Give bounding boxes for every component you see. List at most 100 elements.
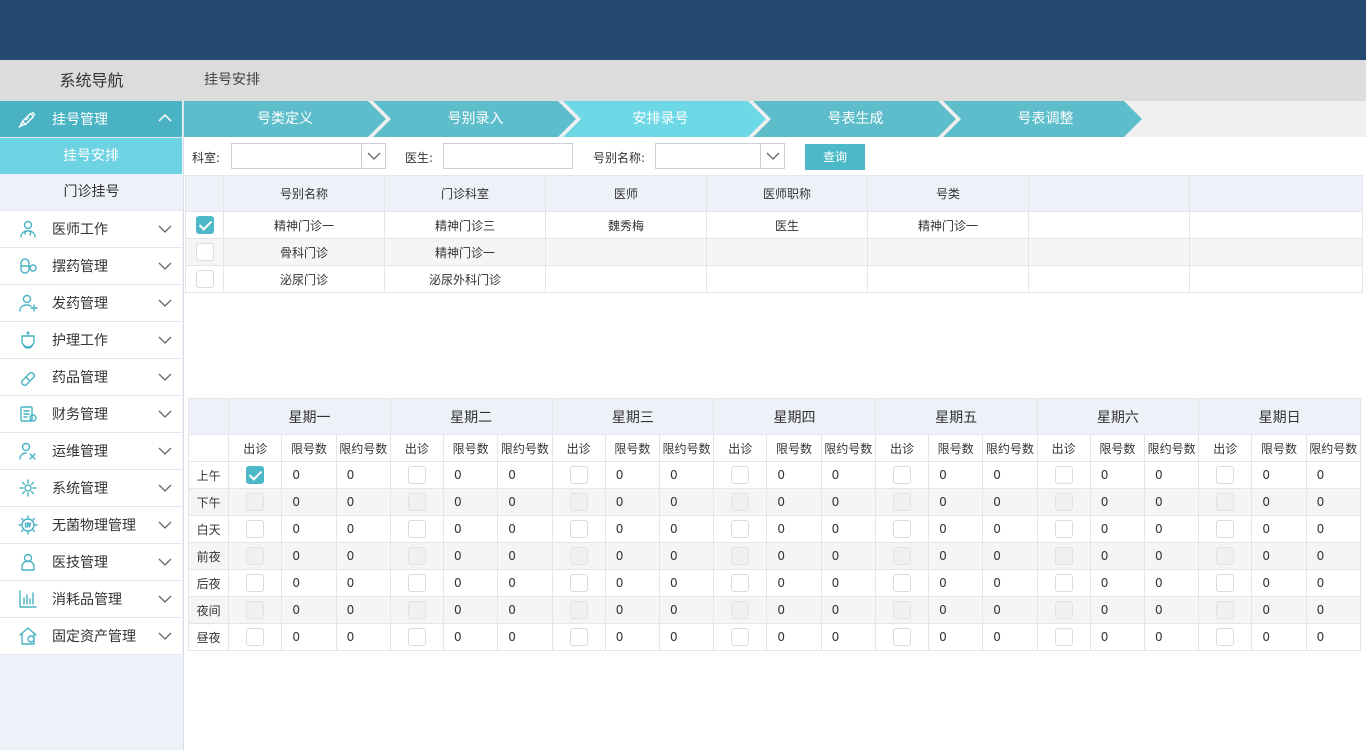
- clinic-checkbox[interactable]: [1216, 466, 1235, 484]
- appt-limit-input[interactable]: 0: [658, 488, 715, 516]
- limit-input[interactable]: 0: [281, 569, 337, 597]
- limit-input[interactable]: 0: [1251, 569, 1307, 597]
- clinic-checkbox[interactable]: [892, 601, 911, 619]
- limit-input[interactable]: 0: [604, 596, 660, 624]
- clinic-checkbox[interactable]: [246, 466, 265, 484]
- limit-input[interactable]: 0: [766, 569, 822, 597]
- appt-limit-input[interactable]: 0: [658, 623, 715, 651]
- limit-input[interactable]: 0: [443, 515, 499, 543]
- appt-limit-input[interactable]: 0: [1305, 623, 1362, 651]
- limit-input[interactable]: 0: [928, 488, 984, 516]
- sidebar-item-chart-bars[interactable]: 消耗品管理: [0, 581, 182, 618]
- clinic-checkbox[interactable]: [407, 493, 426, 511]
- chevron-down-icon[interactable]: [158, 334, 172, 344]
- clinic-checkbox[interactable]: [246, 601, 265, 619]
- clinic-checkbox[interactable]: [569, 574, 588, 592]
- appt-limit-input[interactable]: 0: [1143, 542, 1200, 570]
- limit-input[interactable]: 0: [1089, 488, 1145, 516]
- row-checkbox[interactable]: [195, 270, 214, 288]
- clinic-checkbox[interactable]: [731, 547, 750, 565]
- clinic-checkbox[interactable]: [407, 601, 426, 619]
- limit-input[interactable]: 0: [604, 623, 660, 651]
- sidebar-subitem-arrange[interactable]: 挂号安排: [0, 138, 182, 174]
- limit-input[interactable]: 0: [928, 569, 984, 597]
- appt-limit-input[interactable]: 0: [1305, 461, 1362, 489]
- limit-input[interactable]: 0: [281, 542, 337, 570]
- sidebar-item-house-money[interactable]: 固定资产管理: [0, 618, 182, 655]
- appt-limit-input[interactable]: 0: [1305, 569, 1362, 597]
- step-5[interactable]: 号表调整: [943, 101, 1138, 137]
- appt-limit-input[interactable]: 0: [335, 461, 391, 489]
- appt-limit-input[interactable]: 0: [497, 488, 553, 516]
- appt-limit-input[interactable]: 0: [497, 623, 553, 651]
- clinic-checkbox[interactable]: [892, 520, 911, 538]
- appt-limit-input[interactable]: 0: [1143, 488, 1200, 516]
- appt-limit-input[interactable]: 0: [982, 542, 1038, 570]
- appt-limit-input[interactable]: 0: [497, 569, 553, 597]
- limit-input[interactable]: 0: [1251, 596, 1307, 624]
- appt-limit-input[interactable]: 0: [1305, 596, 1362, 624]
- appt-limit-input[interactable]: 0: [820, 488, 876, 516]
- limit-input[interactable]: 0: [1089, 461, 1145, 489]
- clinic-checkbox[interactable]: [1054, 601, 1073, 619]
- chevron-down-icon[interactable]: [158, 482, 172, 492]
- limit-input[interactable]: 0: [928, 461, 984, 489]
- clinic-checkbox[interactable]: [246, 628, 265, 646]
- clinic-checkbox[interactable]: [569, 466, 588, 484]
- appt-limit-input[interactable]: 0: [820, 569, 876, 597]
- limit-input[interactable]: 0: [604, 488, 660, 516]
- step-2[interactable]: 号别录入: [373, 101, 568, 137]
- limit-input[interactable]: 0: [766, 461, 822, 489]
- clinic-checkbox[interactable]: [731, 493, 750, 511]
- clinic-checkbox[interactable]: [1216, 520, 1235, 538]
- appt-limit-input[interactable]: 0: [1143, 596, 1200, 624]
- clinic-checkbox[interactable]: [246, 574, 265, 592]
- appt-limit-input[interactable]: 0: [1143, 569, 1200, 597]
- sidebar-item-finance[interactable]: 财务管理: [0, 396, 182, 433]
- appt-limit-input[interactable]: 0: [335, 488, 391, 516]
- appt-limit-input[interactable]: 0: [497, 515, 553, 543]
- sidebar-subitem-outpatient[interactable]: 门诊挂号: [0, 174, 183, 211]
- limit-input[interactable]: 0: [281, 623, 337, 651]
- chevron-down-icon[interactable]: [158, 593, 172, 603]
- limit-input[interactable]: 0: [443, 488, 499, 516]
- limit-input[interactable]: 0: [766, 515, 822, 543]
- chevron-down-icon[interactable]: [158, 556, 172, 566]
- clinic-checkbox[interactable]: [1054, 574, 1073, 592]
- appt-limit-input[interactable]: 0: [497, 596, 553, 624]
- appt-limit-input[interactable]: 0: [658, 515, 715, 543]
- chevron-down-icon[interactable]: [361, 144, 385, 168]
- appt-limit-input[interactable]: 0: [820, 461, 876, 489]
- limit-input[interactable]: 0: [1251, 488, 1307, 516]
- limit-input[interactable]: 0: [281, 488, 337, 516]
- step-4[interactable]: 号表生成: [753, 101, 948, 137]
- sidebar-item-technician[interactable]: 医技管理: [0, 544, 182, 581]
- appt-limit-input[interactable]: 0: [982, 488, 1038, 516]
- limit-input[interactable]: 0: [1089, 515, 1145, 543]
- limit-input[interactable]: 0: [443, 623, 499, 651]
- limit-input[interactable]: 0: [928, 623, 984, 651]
- row-checkbox[interactable]: [195, 243, 214, 261]
- limit-input[interactable]: 0: [1251, 623, 1307, 651]
- limit-input[interactable]: 0: [766, 596, 822, 624]
- clinic-checkbox[interactable]: [731, 601, 750, 619]
- appt-limit-input[interactable]: 0: [982, 569, 1038, 597]
- limit-input[interactable]: 0: [604, 461, 660, 489]
- table-row[interactable]: 精神门诊一 精神门诊三 魏秀梅 医生 精神门诊一: [185, 211, 1363, 239]
- appt-limit-input[interactable]: 0: [982, 515, 1038, 543]
- sidebar-item-pill[interactable]: 摆药管理: [0, 248, 182, 285]
- limit-input[interactable]: 0: [1251, 542, 1307, 570]
- row-checkbox[interactable]: [195, 216, 214, 234]
- clinic-checkbox[interactable]: [569, 601, 588, 619]
- limit-input[interactable]: 0: [766, 623, 822, 651]
- limit-input[interactable]: 0: [604, 515, 660, 543]
- clinic-checkbox[interactable]: [407, 547, 426, 565]
- limit-input[interactable]: 0: [281, 596, 337, 624]
- sidebar-item-nurse[interactable]: 护理工作: [0, 322, 182, 359]
- clinic-checkbox[interactable]: [1216, 547, 1235, 565]
- appt-limit-input[interactable]: 0: [820, 596, 876, 624]
- chevron-down-icon[interactable]: [158, 630, 172, 640]
- clinic-checkbox[interactable]: [1216, 574, 1235, 592]
- clinic-checkbox[interactable]: [1216, 601, 1235, 619]
- limit-input[interactable]: 0: [1251, 461, 1307, 489]
